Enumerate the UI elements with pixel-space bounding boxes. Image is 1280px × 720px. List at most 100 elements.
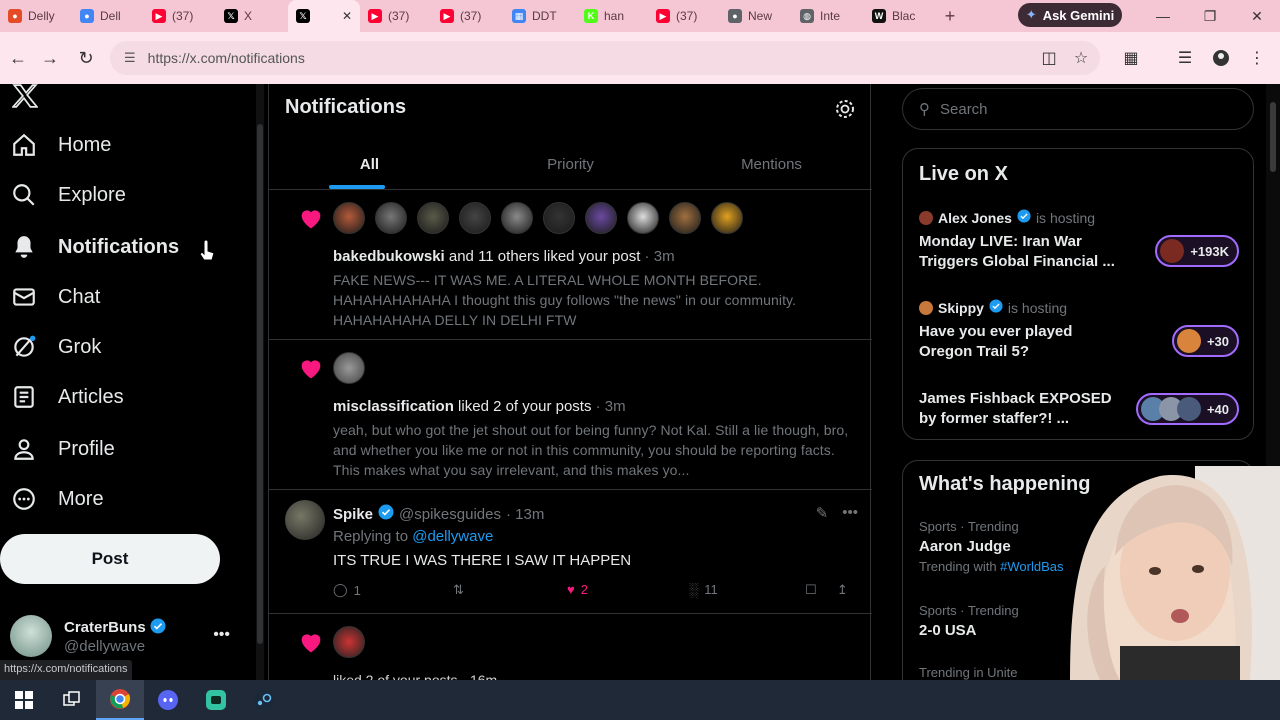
- browser-tab[interactable]: ▶ (37): [648, 1, 720, 31]
- steam-taskbar-icon[interactable]: [240, 680, 288, 720]
- gemini-icon: ✦: [1025, 7, 1037, 22]
- notification-item[interactable]: bakedbukowski and 11 others liked your p…: [269, 190, 872, 340]
- browser-tab[interactable]: Khan: [576, 1, 648, 31]
- liker-avatars: [333, 352, 365, 384]
- post-more-icon[interactable]: •••: [842, 504, 858, 522]
- tab-priority[interactable]: Priority: [470, 140, 671, 189]
- back-button[interactable]: ←: [0, 40, 36, 76]
- avatar[interactable]: [333, 202, 365, 234]
- live-item[interactable]: Skippy is hosting Have you ever played O…: [919, 299, 1239, 362]
- media-controls-icon[interactable]: ☰: [1168, 41, 1202, 75]
- restore-button[interactable]: ❐: [1187, 0, 1233, 32]
- browser-tab[interactable]: 𝕏X: [216, 1, 288, 31]
- extensions-icon[interactable]: ▦: [1114, 41, 1148, 75]
- bookmark-star-icon[interactable]: ☆: [1064, 41, 1098, 75]
- notification-post-text[interactable]: FAKE NEWS--- IT WAS ME. A LITERAL WHOLE …: [333, 270, 853, 330]
- avatar[interactable]: [459, 202, 491, 234]
- browser-menu-icon[interactable]: ⋮: [1240, 41, 1274, 75]
- youtube-icon: ▶: [152, 9, 166, 23]
- reload-button[interactable]: ↻: [68, 40, 104, 76]
- close-window-button[interactable]: ✕: [1234, 0, 1280, 32]
- browser-tab[interactable]: ● Delly: [0, 1, 72, 31]
- address-bar[interactable]: ☰ https://x.com/notifications: [110, 41, 1100, 75]
- post-button[interactable]: Post: [0, 534, 220, 584]
- notification-actor[interactable]: misclassification: [333, 398, 454, 415]
- install-app-icon[interactable]: ◫: [1032, 41, 1066, 75]
- browser-tab[interactable]: ▶ (37): [360, 1, 432, 31]
- nav-item-home[interactable]: Home: [10, 122, 111, 168]
- tab-mentions[interactable]: Mentions: [671, 140, 872, 189]
- nav-item-chat[interactable]: Chat: [10, 274, 100, 320]
- windows-start-icon[interactable]: [0, 680, 48, 720]
- share-button[interactable]: ↥: [837, 582, 848, 598]
- bookmark-button[interactable]: ☐: [805, 582, 817, 598]
- notification-item[interactable]: liked 2 of your posts · 16m: [269, 614, 872, 680]
- browser-tab[interactable]: ● New: [720, 1, 792, 31]
- task-view-icon[interactable]: [48, 680, 96, 720]
- avatar[interactable]: [669, 202, 701, 234]
- browser-tab[interactable]: ● Dell: [72, 1, 144, 31]
- new-tab-button[interactable]: +: [936, 6, 964, 27]
- discord-taskbar-icon[interactable]: [144, 680, 192, 720]
- notification-item[interactable]: misclassification liked 2 of your posts …: [269, 340, 872, 490]
- avatar[interactable]: [333, 626, 365, 658]
- site-info-icon[interactable]: ☰: [124, 50, 136, 66]
- live-item[interactable]: James Fishback EXPOSED by former staffer…: [919, 389, 1239, 429]
- nav-item-grok[interactable]: Grok: [10, 324, 101, 370]
- x-logo-icon[interactable]: [11, 84, 39, 115]
- avatar[interactable]: [333, 352, 365, 384]
- views-button[interactable]: ░ 11: [689, 582, 718, 597]
- chrome-taskbar-icon[interactable]: [96, 680, 144, 720]
- browser-tab[interactable]: W Blac: [864, 1, 936, 31]
- browser-tab[interactable]: ▶ (37): [432, 1, 504, 31]
- notification-tabs: All Priority Mentions: [269, 140, 872, 190]
- notification-actor[interactable]: bakedbukowski: [333, 248, 445, 265]
- left-scrollbar[interactable]: [256, 84, 264, 680]
- browser-tab[interactable]: ◍ Inte: [792, 1, 864, 31]
- avatar[interactable]: [375, 202, 407, 234]
- profile-avatar[interactable]: [1204, 41, 1238, 75]
- repost-button[interactable]: ⇅: [453, 582, 464, 598]
- like-button[interactable]: ♥ 2: [567, 582, 588, 597]
- heart-icon: [297, 354, 325, 382]
- reply-post[interactable]: Spike @spikesguides · 13m ✎ ••• Replying…: [269, 490, 872, 614]
- browser-tab[interactable]: 𝕏 ✕: [288, 0, 360, 32]
- live-item[interactable]: Alex Jones is hosting Monday LIVE: Iran …: [919, 209, 1239, 272]
- close-tab-icon[interactable]: ✕: [342, 9, 352, 23]
- account-switcher[interactable]: CraterBuns @dellywave •••: [10, 614, 240, 658]
- search-input[interactable]: ⚲ Search: [902, 88, 1254, 130]
- notification-post-text[interactable]: yeah, but who got the jet shout out for …: [333, 420, 853, 480]
- avatar[interactable]: [543, 202, 575, 234]
- grok-explain-icon[interactable]: ✎: [816, 504, 829, 522]
- nav-item-articles[interactable]: Articles: [10, 374, 124, 420]
- minimize-button[interactable]: —: [1140, 0, 1186, 32]
- nav-item-notifications[interactable]: Notifications: [10, 224, 179, 270]
- reply-author[interactable]: Spike: [333, 506, 373, 523]
- url-text: https://x.com/notifications: [147, 50, 305, 66]
- browser-tab[interactable]: ▶ (37): [144, 1, 216, 31]
- trend-item[interactable]: Sports · Trending 2-0 USA: [919, 603, 1019, 639]
- avatar[interactable]: [627, 202, 659, 234]
- ask-gemini-button[interactable]: ✦ Ask Gemini: [1018, 3, 1122, 27]
- avatar[interactable]: [585, 202, 617, 234]
- avatar[interactable]: [285, 500, 325, 540]
- forward-button[interactable]: →: [32, 40, 68, 76]
- browser-tab[interactable]: ▦ DDT: [504, 1, 576, 31]
- x-icon: 𝕏: [224, 9, 238, 23]
- account-more-icon[interactable]: •••: [213, 626, 230, 644]
- trend-item[interactable]: Trending in Unite: [919, 665, 1018, 680]
- nav-item-more[interactable]: More: [10, 476, 104, 522]
- nav-item-profile[interactable]: Profile: [10, 426, 115, 472]
- gear-icon[interactable]: [834, 98, 856, 120]
- streamlabs-taskbar-icon[interactable]: [192, 680, 240, 720]
- replying-to-link[interactable]: @dellywave: [412, 528, 493, 545]
- avatar[interactable]: [711, 202, 743, 234]
- reply-button[interactable]: ◯ 1: [333, 582, 361, 598]
- tab-all[interactable]: All: [269, 140, 470, 189]
- kick-icon: K: [584, 9, 598, 23]
- avatar[interactable]: [417, 202, 449, 234]
- bell-icon: [10, 233, 38, 261]
- reply-handle[interactable]: @spikesguides: [399, 506, 501, 523]
- avatar[interactable]: [501, 202, 533, 234]
- nav-item-explore[interactable]: Explore: [10, 172, 126, 218]
